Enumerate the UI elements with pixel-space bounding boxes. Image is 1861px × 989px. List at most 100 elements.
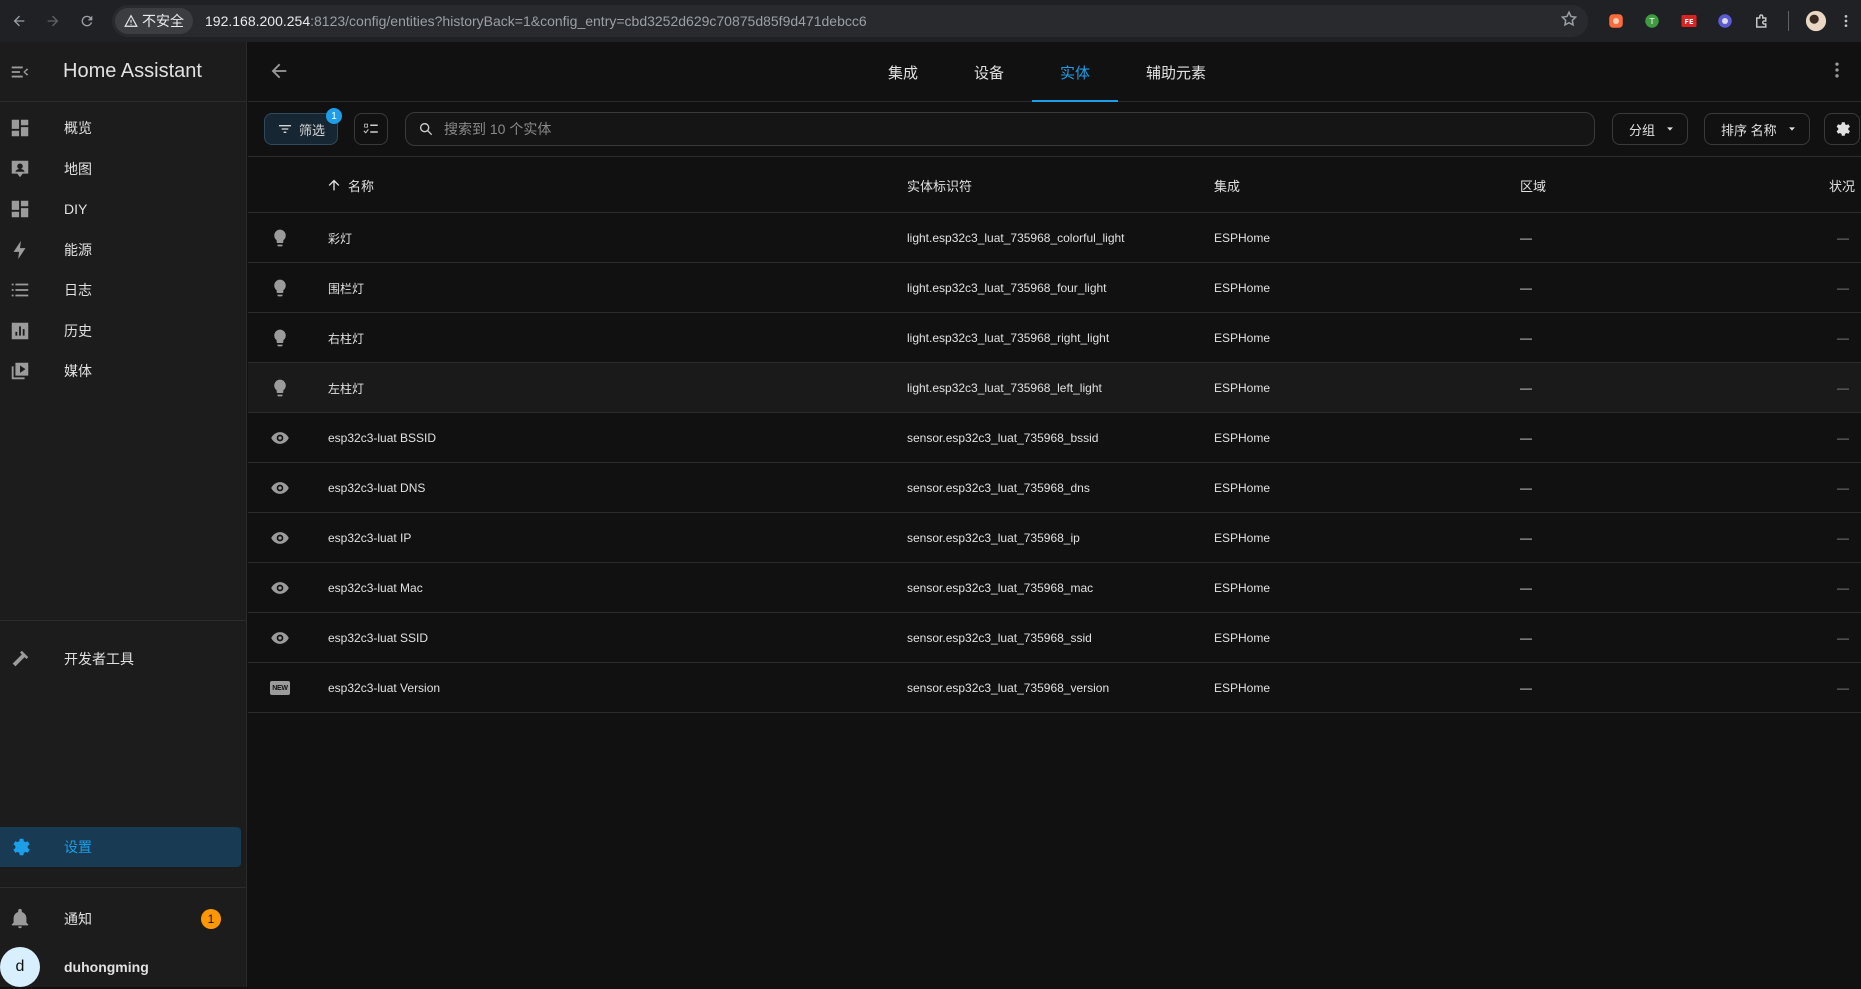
extension-3-button[interactable]: FE (1677, 9, 1701, 33)
table-row[interactable]: esp32c3-luat SSID sensor.esp32c3_luat_73… (248, 613, 1861, 663)
group-by-button[interactable]: 分组 (1612, 113, 1689, 145)
lightbulb-icon (274, 279, 286, 297)
extension-4-button[interactable] (1713, 9, 1737, 33)
address-bar[interactable]: 不安全 192.168.200.254:8123/config/entities… (112, 5, 1588, 37)
sidebar-toggle-button[interactable] (0, 61, 40, 83)
menu-down-icon (1667, 127, 1673, 131)
bell-icon (11, 908, 29, 929)
table-row[interactable]: esp32c3-luat DNS sensor.esp32c3_luat_735… (248, 463, 1861, 513)
extension-1-button[interactable] (1604, 9, 1628, 33)
arrow-left-icon (271, 63, 287, 79)
entity-id: sensor.esp32c3_luat_735968_dns (907, 481, 1090, 495)
gear-icon (1836, 122, 1850, 136)
tab-integrations[interactable]: 集成 (860, 42, 946, 102)
sidebar-item-notifications[interactable]: 通知 1 (0, 899, 241, 939)
browser-toolbar: 不安全 192.168.200.254:8123/config/entities… (0, 0, 1861, 42)
entity-id: sensor.esp32c3_luat_735968_bssid (907, 431, 1099, 445)
overflow-menu-button[interactable] (1827, 60, 1847, 85)
column-header-integration[interactable]: 集成 (1214, 157, 1240, 213)
search-input[interactable] (444, 121, 1594, 137)
sidebar-item-label: 媒体 (64, 363, 92, 379)
browser-forward-button[interactable] (38, 6, 68, 36)
entity-id: light.esp32c3_luat_735968_four_light (907, 281, 1107, 295)
sidebar-item-history[interactable]: 历史 (0, 311, 241, 351)
table-row[interactable]: NEW esp32c3-luat Version sensor.esp32c3_… (248, 663, 1861, 713)
entity-name: esp32c3-luat Version (328, 681, 441, 695)
extension-fe-icon: FE (1681, 15, 1697, 27)
extension-target-icon (1718, 14, 1732, 28)
filter-count-badge: 1 (326, 108, 342, 124)
entity-status: — (1837, 681, 1849, 695)
table-row[interactable]: 左柱灯 light.esp32c3_luat_735968_left_light… (248, 363, 1861, 413)
lightning-icon (13, 240, 26, 260)
entity-integration: ESPHome (1214, 681, 1271, 695)
table-row[interactable]: 围栏灯 light.esp32c3_luat_735968_four_light… (248, 263, 1861, 313)
svg-text:FE: FE (1684, 18, 1694, 26)
column-header-entity-id[interactable]: 实体标识符 (907, 157, 972, 213)
sidebar-item-energy[interactable]: 能源 (0, 230, 241, 270)
column-header-area[interactable]: 区域 (1520, 157, 1546, 213)
warning-icon (124, 14, 138, 27)
entity-status: — (1837, 481, 1849, 495)
sort-by-button[interactable]: 排序 名称 (1704, 113, 1810, 145)
table-settings-button[interactable] (1824, 113, 1860, 145)
eye-icon (271, 432, 289, 444)
entity-id: light.esp32c3_luat_735968_right_light (907, 331, 1110, 345)
sidebar-item-logbook[interactable]: 日志 (0, 270, 241, 310)
tab-helpers[interactable]: 辅助元素 (1118, 42, 1234, 102)
puzzle-icon (1756, 14, 1767, 28)
sort-by-label: 排序 名称 (1721, 122, 1777, 138)
sidebar-item-label: 日志 (64, 282, 92, 298)
sidebar-item-media[interactable]: 媒体 (0, 351, 241, 391)
back-button[interactable] (268, 60, 290, 87)
sidebar-item-settings[interactable]: 设置 (0, 827, 241, 867)
filter-button[interactable]: 筛选 1 (264, 108, 342, 145)
security-chip[interactable]: 不安全 (115, 8, 193, 34)
table-body: 彩灯 light.esp32c3_luat_735968_colorful_li… (248, 213, 1861, 713)
entity-status: — (1837, 381, 1849, 395)
sidebar-item-overview[interactable]: 概览 (0, 108, 241, 148)
new-box-icon: NEW (270, 681, 290, 695)
eye-icon (271, 482, 289, 494)
column-header-label: 集成 (1214, 178, 1241, 194)
group-by-label: 分组 (1629, 122, 1656, 138)
extensions-button[interactable] (1750, 9, 1774, 33)
table-toolbar: 筛选 1 分组 排序 名称 (248, 102, 1861, 157)
entity-name: esp32c3-luat Mac (328, 581, 423, 595)
entity-integration: ESPHome (1214, 431, 1271, 445)
sidebar-item-map[interactable]: 地图 (0, 149, 241, 189)
selection-mode-button[interactable] (354, 113, 388, 145)
sidebar-item-label: 开发者工具 (64, 651, 134, 667)
extension-2-button[interactable]: T (1640, 9, 1664, 33)
sidebar-item-profile[interactable]: d duhongming (0, 945, 241, 989)
extension-circle-icon: T (1645, 14, 1659, 28)
table-row[interactable]: esp32c3-luat Mac sensor.esp32c3_luat_735… (248, 563, 1861, 613)
sidebar-header: Home Assistant (0, 42, 246, 102)
entity-area: — (1520, 231, 1532, 245)
table-row[interactable]: 彩灯 light.esp32c3_luat_735968_colorful_li… (248, 213, 1861, 263)
entity-name: esp32c3-luat BSSID (328, 431, 437, 445)
arrow-left-icon (13, 15, 25, 27)
tab-entities[interactable]: 实体 (1032, 42, 1119, 102)
search-field[interactable] (405, 112, 1595, 146)
table-row[interactable]: esp32c3-luat BSSID sensor.esp32c3_luat_7… (248, 413, 1861, 463)
sidebar-item-diy[interactable]: DIY (0, 189, 241, 229)
sidebar-item-label: 设置 (64, 839, 92, 855)
url-text: 192.168.200.254:8123/config/entities?his… (205, 13, 867, 29)
tab-devices[interactable]: 设备 (946, 42, 1032, 102)
bookmark-button[interactable] (1560, 10, 1578, 33)
browser-back-button[interactable] (4, 6, 34, 36)
browser-reload-button[interactable] (72, 6, 102, 36)
entity-id: light.esp32c3_luat_735968_left_light (907, 381, 1102, 395)
sidebar-item-label: 历史 (64, 323, 92, 339)
entity-status: — (1837, 231, 1849, 245)
column-header-status[interactable]: 状况 (1829, 157, 1855, 213)
browser-menu-button[interactable] (1834, 9, 1858, 33)
entity-area: — (1520, 331, 1532, 345)
column-header-name[interactable]: 名称 (326, 157, 374, 213)
table-row[interactable]: 右柱灯 light.esp32c3_luat_735968_right_ligh… (248, 313, 1861, 363)
sidebar-item-developer-tools[interactable]: 开发者工具 (0, 639, 241, 679)
table-row[interactable]: esp32c3-luat IP sensor.esp32c3_luat_7359… (248, 513, 1861, 563)
search-icon (420, 123, 433, 136)
profile-button[interactable] (1804, 9, 1828, 33)
